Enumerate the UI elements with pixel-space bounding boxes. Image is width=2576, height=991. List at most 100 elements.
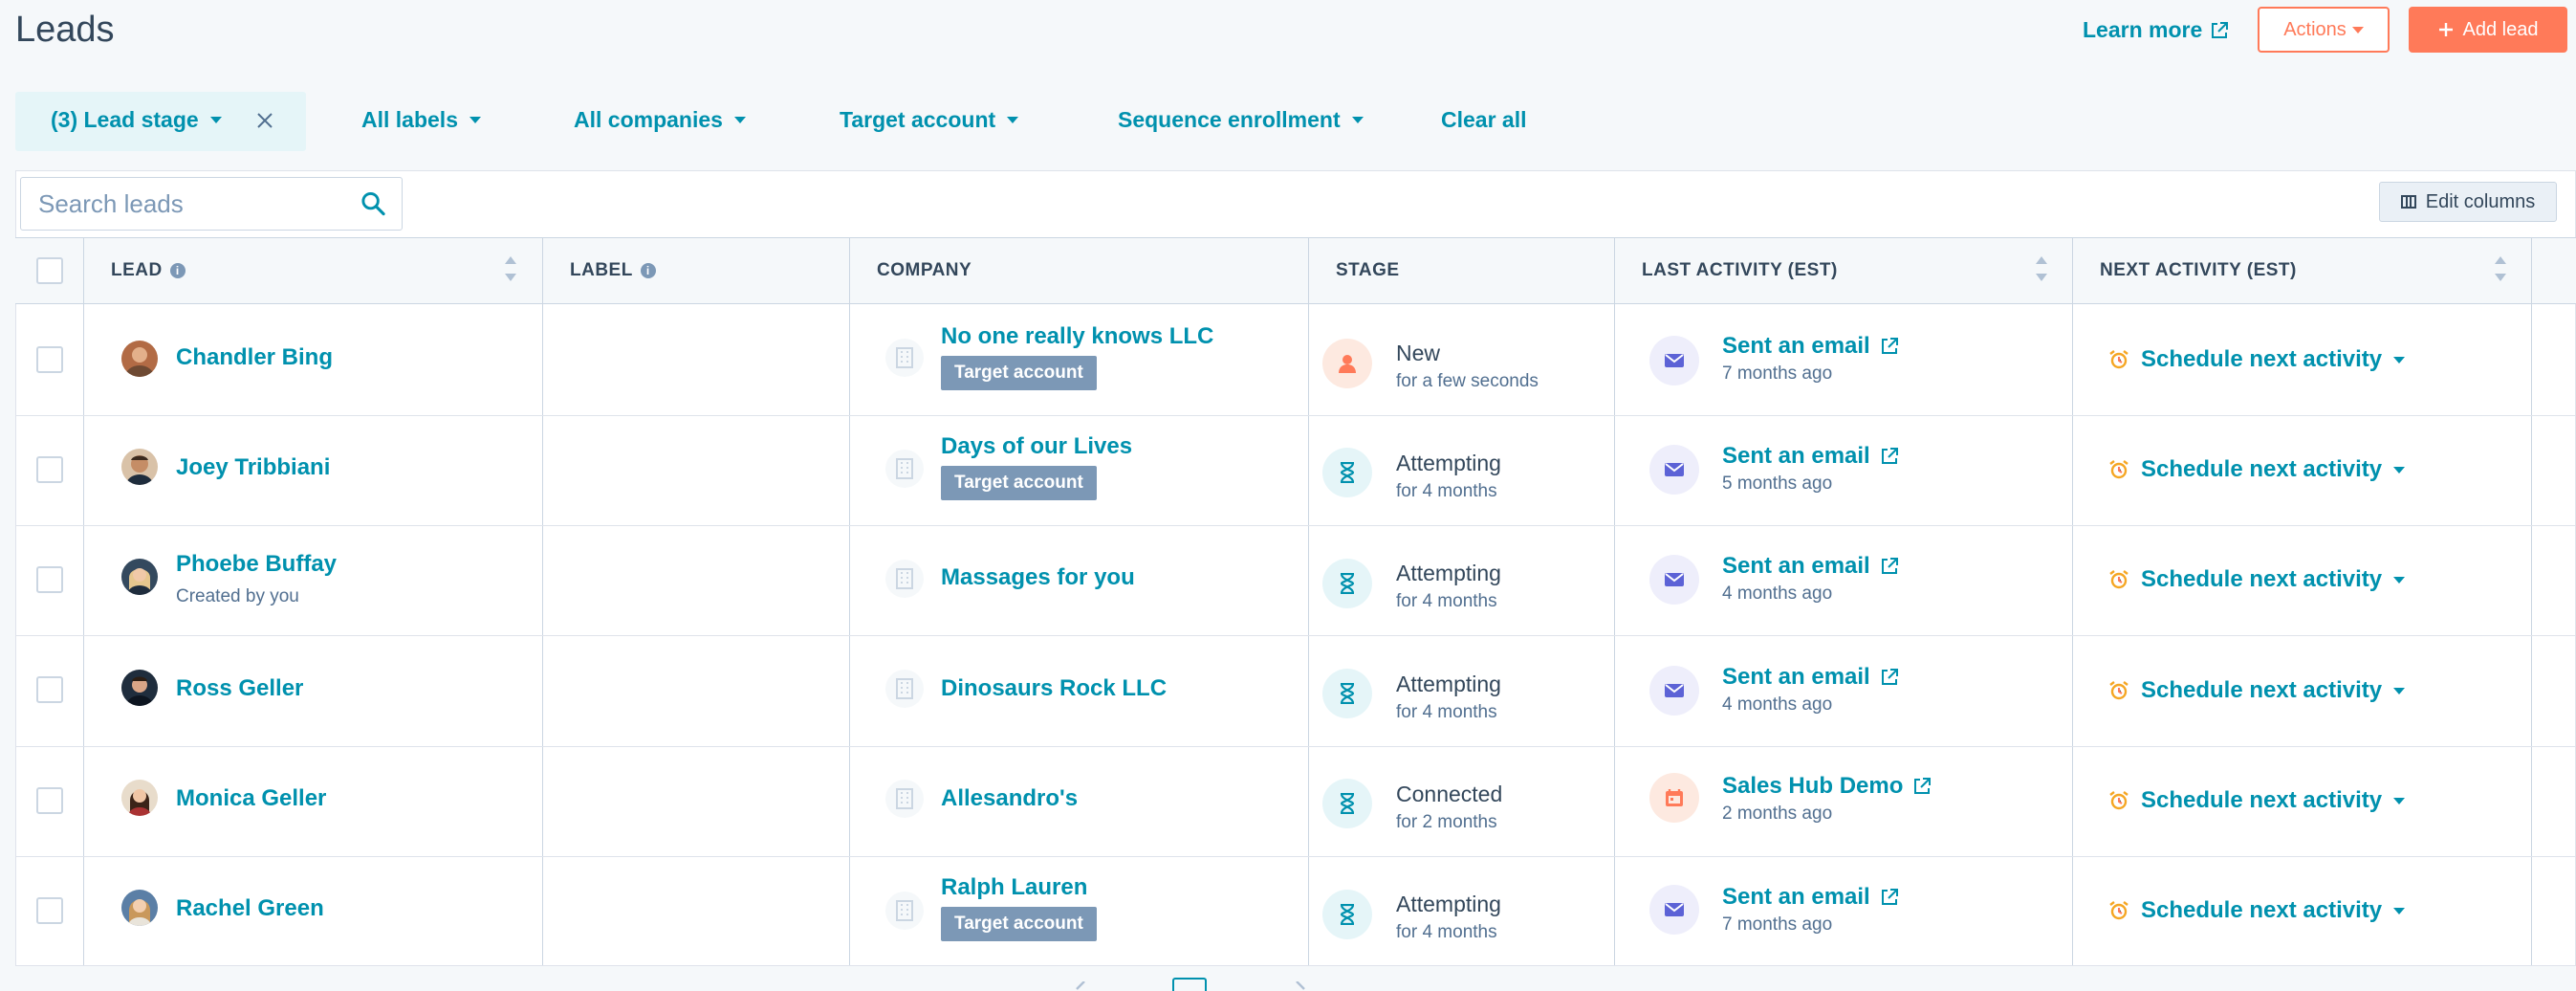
row-checkbox[interactable] (36, 456, 63, 483)
last-activity-time: 4 months ago (1722, 694, 1833, 715)
lead-name-link[interactable]: Chandler Bing (176, 344, 333, 371)
lead-name-link[interactable]: Joey Tribbiani (176, 454, 330, 481)
learn-more-link[interactable]: Learn more (2083, 17, 2229, 43)
actions-button[interactable]: Actions (2258, 7, 2390, 53)
alarm-clock-icon (2109, 901, 2128, 920)
chevron-down-icon (2393, 797, 2406, 804)
building-icon (885, 670, 924, 708)
schedule-next-activity-button[interactable]: Schedule next activity (2108, 456, 2406, 483)
stage-name: Connected (1396, 782, 1503, 806)
info-icon[interactable]: i (640, 263, 656, 278)
stage-duration: for 2 months (1396, 812, 1497, 832)
column-header-stage[interactable]: STAGE (1336, 237, 1400, 304)
info-icon[interactable]: i (169, 263, 186, 278)
last-activity-link[interactable]: Sent an email (1722, 884, 1899, 911)
schedule-next-activity-label: Schedule next activity (2141, 897, 2383, 923)
columns-icon (2400, 195, 2416, 209)
current-page-indicator[interactable] (1172, 978, 1207, 991)
column-header-next-activity[interactable]: NEXT ACTIVITY (EST) (2100, 237, 2297, 304)
company-link[interactable]: Massages for you (941, 564, 1135, 591)
row-checkbox[interactable] (36, 676, 63, 703)
last-activity-label: Sent an email (1722, 884, 1870, 910)
row-divider (15, 746, 2576, 747)
last-activity-link[interactable]: Sent an email (1722, 664, 1899, 691)
chevron-left-icon[interactable] (1075, 981, 1088, 991)
add-lead-label: Add lead (2462, 18, 2539, 40)
chevron-down-icon (2351, 26, 2364, 33)
chevron-down-icon (2393, 356, 2406, 363)
column-header-last-activity[interactable]: LAST ACTIVITY (EST) (1642, 237, 1838, 304)
company-link[interactable]: Days of our Lives (941, 433, 1132, 460)
row-checkbox[interactable] (36, 346, 63, 373)
email-icon (1649, 666, 1699, 716)
last-activity-label: Sent an email (1722, 553, 1870, 579)
company-link[interactable]: No one really knows LLC (941, 323, 1213, 350)
search-input[interactable] (36, 187, 360, 220)
last-activity-label: Sales Hub Demo (1722, 773, 1904, 799)
sequence-enrollment-filter[interactable]: Sequence enrollment (1118, 107, 1364, 133)
target-account-filter[interactable]: Target account (840, 107, 1019, 133)
chevron-right-icon[interactable] (1293, 981, 1306, 991)
column-header-company[interactable]: COMPANY (877, 237, 971, 304)
column-header-lead[interactable]: LEAD i (111, 237, 186, 304)
building-icon (885, 780, 924, 818)
row-checkbox[interactable] (36, 787, 63, 814)
last-activity-time: 5 months ago (1722, 473, 1833, 494)
alarm-clock-icon (2109, 460, 2128, 479)
company-link[interactable]: Dinosaurs Rock LLC (941, 675, 1167, 702)
building-icon (885, 560, 924, 598)
stage-name: Attempting (1396, 892, 1501, 916)
email-icon (1649, 885, 1699, 935)
schedule-next-activity-button[interactable]: Schedule next activity (2108, 897, 2406, 924)
lead-stage-filter[interactable]: (3) Lead stage (51, 107, 273, 133)
avatar (121, 341, 158, 377)
lead-name-link[interactable]: Rachel Green (176, 895, 324, 922)
schedule-next-activity-button[interactable]: Schedule next activity (2108, 787, 2406, 814)
sort-icon[interactable] (505, 256, 516, 281)
building-icon (885, 339, 924, 377)
learn-more-label: Learn more (2083, 17, 2203, 42)
last-activity-label: Sent an email (1722, 443, 1870, 469)
clear-all-button[interactable]: Clear all (1441, 107, 1527, 133)
email-icon (1649, 336, 1699, 385)
edit-columns-label: Edit columns (2425, 190, 2536, 212)
row-divider (15, 525, 2576, 526)
all-labels-filter[interactable]: All labels (361, 107, 481, 133)
last-activity-link[interactable]: Sent an email (1722, 553, 1899, 580)
sort-icon[interactable] (2036, 256, 2047, 281)
company-link[interactable]: Ralph Lauren (941, 874, 1087, 901)
alarm-clock-icon (2109, 350, 2128, 369)
target-account-badge: Target account (941, 907, 1097, 941)
lead-name-link[interactable]: Ross Geller (176, 675, 303, 702)
close-icon[interactable] (256, 112, 273, 129)
stage-duration: for 4 months (1396, 922, 1497, 942)
row-checkbox[interactable] (36, 897, 63, 924)
schedule-next-activity-button[interactable]: Schedule next activity (2108, 346, 2406, 373)
row-divider (15, 856, 2576, 857)
search-icon[interactable] (360, 190, 386, 217)
last-activity-link[interactable]: Sales Hub Demo (1722, 773, 1932, 800)
stage-name: Attempting (1396, 561, 1501, 585)
add-lead-button[interactable]: Add lead (2409, 7, 2567, 53)
hourglass-icon (1322, 669, 1372, 718)
chevron-down-icon (469, 117, 481, 123)
last-activity-link[interactable]: Sent an email (1722, 333, 1899, 360)
lead-name-link[interactable]: Phoebe Buffay (176, 551, 337, 578)
last-activity-link[interactable]: Sent an email (1722, 443, 1899, 470)
chevron-down-icon (1351, 117, 1364, 123)
edit-columns-button[interactable]: Edit columns (2379, 182, 2557, 222)
lead-created-by: Created by you (176, 586, 299, 606)
sort-icon[interactable] (2495, 256, 2506, 281)
column-header-label[interactable]: LABEL i (570, 237, 656, 304)
schedule-next-activity-button[interactable]: Schedule next activity (2108, 566, 2406, 593)
external-link-icon (1881, 338, 1898, 354)
schedule-next-activity-button[interactable]: Schedule next activity (2108, 677, 2406, 704)
external-link-icon (2212, 21, 2229, 38)
all-companies-filter[interactable]: All companies (574, 107, 746, 133)
row-checkbox[interactable] (36, 566, 63, 593)
target-account-badge: Target account (941, 356, 1097, 390)
select-all-checkbox[interactable] (36, 257, 63, 284)
row-divider (15, 635, 2576, 636)
company-link[interactable]: Allesandro's (941, 785, 1078, 812)
lead-name-link[interactable]: Monica Geller (176, 785, 326, 812)
